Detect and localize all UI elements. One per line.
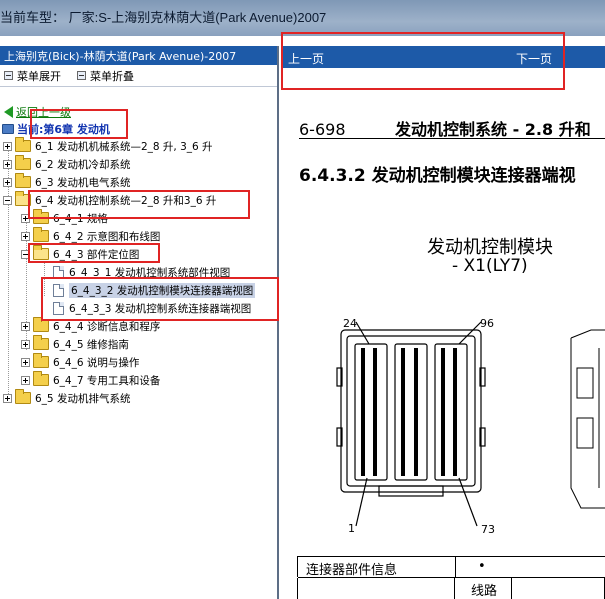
tree-item-label: 6_4_2 示意图和布线图 [53,230,161,243]
annotation-box [28,243,160,263]
collapse-toggle-icon[interactable] [3,195,12,205]
folder-icon [33,353,49,368]
expand-menu-label: 菜单展开 [17,69,61,83]
folder-icon [33,335,49,350]
expand-toggle-icon[interactable] [3,177,12,187]
info-label-cell: 连接器部件信息 [298,557,456,578]
connector-diagram [336,321,605,527]
expand-toggle-icon[interactable] [3,141,12,151]
tree-item-label: 6_4_7 专用工具和设备 [53,374,161,387]
tree-item-6-5[interactable]: 6_5 发动机排气系统 [3,389,130,407]
annotation-box [41,277,279,321]
tree-item-label: 6_1 发动机机械系统—2_8 升, 3_6 升 [35,140,213,153]
collapse-icon [77,71,86,80]
folder-icon [33,227,49,242]
left-navigation-pane: 上海别克(Bick)-林荫大道(Park Avenue)-2007 菜单展开 菜… [0,46,279,599]
tree-item-label: 6_2 发动机冷却系统 [35,158,131,171]
expand-toggle-icon[interactable] [3,393,12,403]
window-title-bar: 当前车型： 厂家:S-上海别克林荫大道(Park Avenue)2007 [0,0,605,36]
expand-toggle-icon[interactable] [21,339,30,349]
pin-label: 24 [343,317,357,330]
computer-icon [2,124,14,134]
folder-icon [15,173,31,188]
expand-toggle-icon[interactable] [21,357,30,367]
expand-toggle-icon[interactable] [21,321,30,331]
pin-label: 73 [481,523,495,536]
annotation-box [281,32,565,90]
tree-item-6-4-6[interactable]: 6_4_6 说明与操作 [21,353,139,371]
folder-icon [33,371,49,386]
tree-item-label: 6_4_6 说明与操作 [53,356,140,369]
table-divider [511,577,512,599]
expand-icon [4,71,13,80]
expand-toggle-icon[interactable] [21,375,30,385]
tree-item-label: 6_5 发动机排气系统 [35,392,131,405]
circuit-header-row: 线路 [454,577,605,599]
collapse-menu-button[interactable]: 菜单折叠 [77,68,134,84]
tree-item-6-2[interactable]: 6_2 发动机冷却系统 [3,155,130,173]
folder-icon [33,317,49,332]
circuit-label: 线路 [471,584,498,599]
tree-item-6-3[interactable]: 6_3 发动机电气系统 [3,173,130,191]
tree-item-6-4-5[interactable]: 6_4_5 维修指南 [21,335,129,353]
folder-icon [15,137,31,152]
vehicle-header: 上海别克(Bick)-林荫大道(Park Avenue)-2007 [0,46,277,65]
page-border [297,578,298,599]
collapse-menu-label: 菜单折叠 [90,69,134,83]
pin-label: 96 [480,317,494,330]
pin-label: 1 [348,522,355,535]
expand-toggle-icon[interactable] [21,231,30,241]
tree-item-6-1[interactable]: 6_1 发动机机械系统—2_8 升, 3_6 升 [3,137,213,155]
folder-icon [15,389,31,404]
expand-toggle-icon[interactable] [3,159,12,169]
tree-item-6-4-7[interactable]: 6_4_7 专用工具和设备 [21,371,160,389]
back-arrow-icon [4,106,13,118]
tree-item-label: 6_3 发动机电气系统 [35,176,131,189]
annotation-box [28,190,250,219]
expand-menu-button[interactable]: 菜单展开 [4,68,61,84]
manual-page: 6-698 发动机控制系统 - 2.8 升和 6.4.3.2 发动机控制模块连接器… [281,68,605,599]
tree-item-label: 6_4_5 维修指南 [53,338,129,351]
annotation-box [30,109,128,139]
tree-toolbar: 菜单展开 菜单折叠 [0,65,277,87]
document-pane: 上一页 下一页 6-698 发动机控制系统 - 2.8 升和 6.4.3.2 发动… [281,32,605,599]
folder-icon [15,155,31,170]
current-vehicle-title: 当前车型： 厂家:S-上海别克林荫大道(Park Avenue)2007 [0,10,327,25]
info-value-cell: • [456,557,605,578]
connector-info-table: 连接器部件信息 • [297,556,605,578]
